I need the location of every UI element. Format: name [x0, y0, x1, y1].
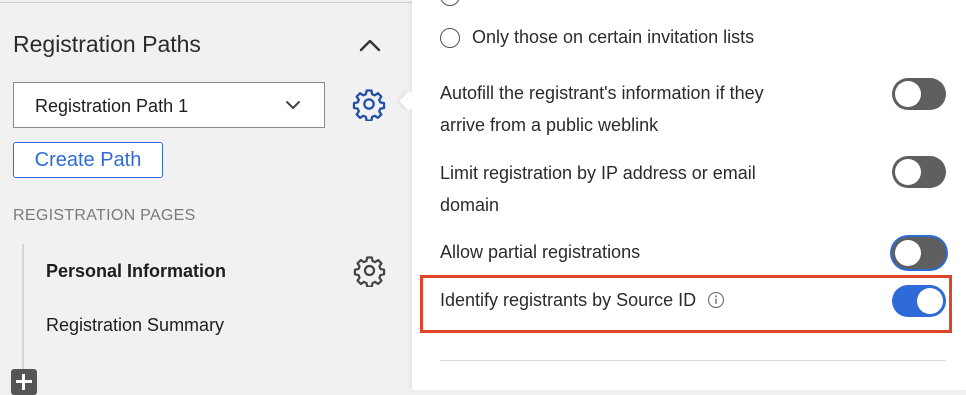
toggle-knob — [895, 240, 921, 266]
toggle-knob — [895, 159, 921, 185]
selected-path-value: Registration Path 1 — [35, 96, 189, 116]
registration-path-select[interactable]: Registration Path 1 — [13, 82, 325, 128]
limit-label-line1: Limit registration by IP address or emai… — [440, 163, 756, 183]
toggle-knob — [895, 81, 921, 107]
divider — [0, 2, 412, 3]
partial-registrations-toggle[interactable] — [892, 237, 946, 269]
radio-option-partial[interactable] — [440, 0, 472, 6]
gear-icon — [353, 256, 386, 288]
autofill-setting-label: Autofill the registrant's information if… — [440, 77, 840, 141]
chevron-down-icon — [286, 101, 300, 109]
radio-option-invitation-lists[interactable]: Only those on certain invitation lists — [440, 27, 754, 48]
limit-registration-toggle[interactable] — [892, 156, 946, 188]
registration-pages-heading: REGISTRATION PAGES — [13, 207, 196, 224]
toggle-knob — [917, 288, 943, 314]
chevron-up-icon — [359, 39, 381, 52]
registration-paths-panel: Registration Paths Registration Path 1 C… — [0, 0, 412, 395]
collapse-section-button[interactable] — [357, 34, 383, 56]
source-id-toggle[interactable] — [892, 285, 946, 317]
section-title: Registration Paths — [13, 31, 201, 57]
add-page-plus-icon[interactable] — [11, 369, 37, 395]
info-icon[interactable] — [707, 291, 725, 309]
limit-registration-setting-label: Limit registration by IP address or emai… — [440, 157, 840, 221]
page-item-personal-information[interactable]: Personal Information — [46, 261, 226, 282]
limit-label-line2: domain — [440, 195, 500, 215]
gear-icon — [352, 89, 386, 122]
page-settings-gear-icon[interactable] — [353, 254, 386, 288]
radio-label: Only those on certain invitation lists — [472, 27, 755, 47]
autofill-label-line1: Autofill the registrant's information if… — [440, 83, 764, 103]
tree-line — [22, 244, 24, 376]
page-item-registration-summary[interactable]: Registration Summary — [46, 315, 224, 336]
create-path-button[interactable]: Create Path — [13, 142, 163, 178]
partial-label: Allow partial registrations — [440, 242, 641, 262]
radio-button[interactable] — [440, 27, 460, 48]
radio-button[interactable] — [440, 0, 460, 6]
autofill-label-line2: arrive from a public weblink — [440, 115, 659, 135]
partial-registrations-setting-label: Allow partial registrations — [440, 236, 840, 268]
path-settings-gear-icon[interactable] — [352, 87, 386, 122]
source-id-setting-label: Identify registrants by Source ID — [440, 284, 840, 316]
autofill-toggle[interactable] — [892, 78, 946, 110]
source-id-label: Identify registrants by Source ID — [440, 290, 697, 310]
divider — [440, 360, 946, 361]
